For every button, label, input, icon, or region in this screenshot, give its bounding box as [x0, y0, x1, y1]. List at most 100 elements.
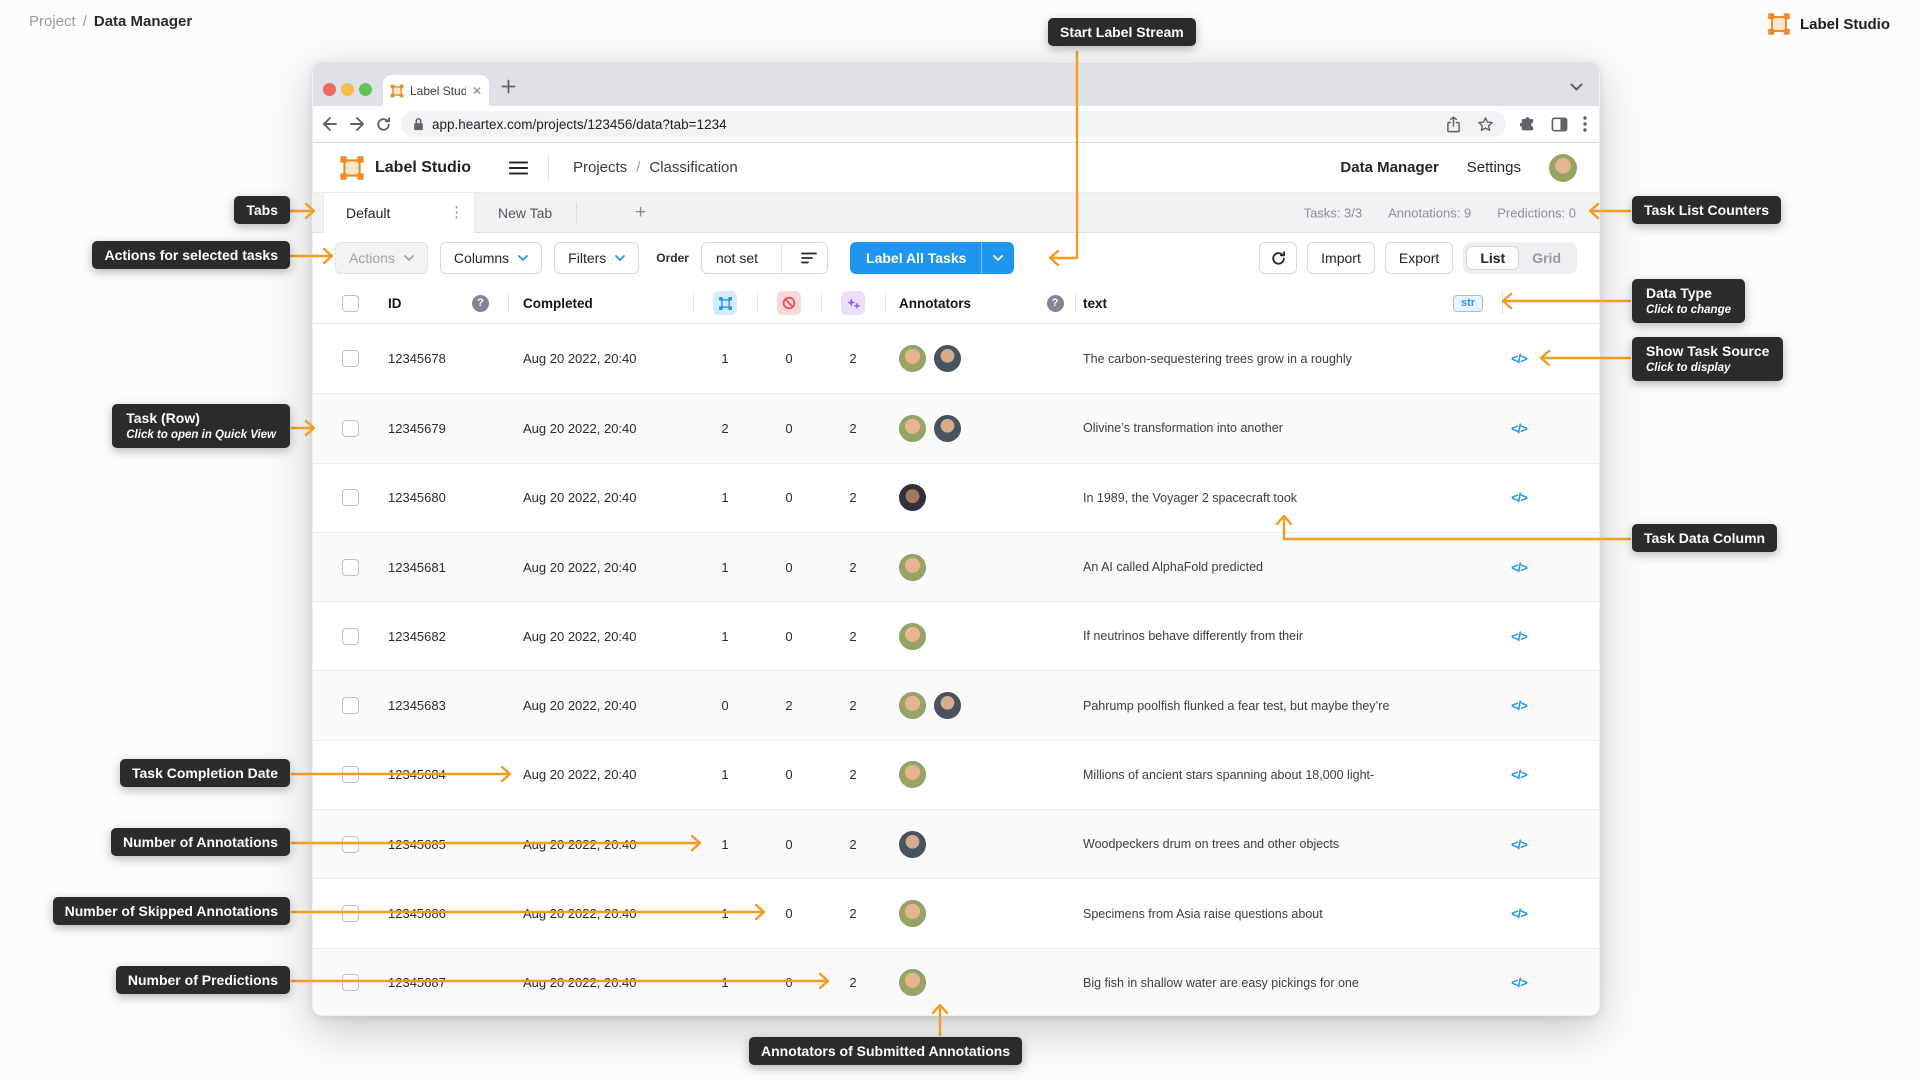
- table-row[interactable]: 12345681 Aug 20 2022, 20:40 1 0 2 An AI calle…: [313, 531, 1599, 602]
- table-row[interactable]: 12345685 Aug 20 2022, 20:40 1 0 2 Woodpeckers…: [313, 809, 1599, 879]
- show-source-icon[interactable]: </>: [1511, 698, 1528, 713]
- import-button[interactable]: Import: [1307, 242, 1375, 274]
- add-tab-button[interactable]: +: [635, 202, 646, 224]
- predictions-count: 2: [849, 351, 857, 367]
- tab-new[interactable]: New Tab: [498, 205, 552, 221]
- reload-icon[interactable]: [375, 116, 392, 133]
- row-checkbox[interactable]: [341, 835, 359, 853]
- show-source-icon[interactable]: </>: [1511, 629, 1528, 644]
- id-spacer: [453, 533, 508, 601]
- extensions-puzzle-icon[interactable]: [1519, 116, 1536, 133]
- browser-tab-title: Label Studio: [410, 83, 466, 98]
- annotators-spacer: [1035, 464, 1075, 532]
- forward-icon[interactable]: [348, 115, 366, 133]
- help-icon[interactable]: ?: [472, 294, 489, 312]
- refresh-button[interactable]: [1259, 242, 1298, 274]
- data-manager-link[interactable]: Data Manager: [1340, 159, 1438, 176]
- show-source-icon[interactable]: </>: [1511, 421, 1528, 436]
- table-row[interactable]: 12345680 Aug 20 2022, 20:40 1 0 2 In 1989, th…: [313, 462, 1599, 532]
- breadcrumb: Project / Data Manager: [29, 13, 192, 30]
- table-row[interactable]: 12345683 Aug 20 2022, 20:40 0 2 2 Pahrump poo…: [313, 670, 1599, 740]
- column-header-completed[interactable]: Completed: [508, 283, 693, 323]
- minimize-window-button[interactable]: [341, 83, 354, 96]
- help-icon[interactable]: ?: [1046, 294, 1064, 312]
- browser-menu-icon[interactable]: [1583, 116, 1587, 132]
- cancelled-icon: [777, 291, 801, 315]
- table-row[interactable]: 12345684 Aug 20 2022, 20:40 1 0 2 Millions of…: [313, 739, 1599, 810]
- app-logo-icon[interactable]: [339, 155, 365, 181]
- close-window-button[interactable]: [323, 83, 336, 96]
- column-header-annotators[interactable]: Annotators: [885, 283, 1035, 323]
- show-source-icon[interactable]: </>: [1511, 906, 1528, 921]
- show-source-icon[interactable]: </>: [1511, 837, 1528, 852]
- columns-button[interactable]: Columns: [439, 242, 543, 274]
- new-tab-icon[interactable]: [501, 79, 516, 99]
- table-row[interactable]: 12345679 Aug 20 2022, 20:40 2 0 2 Olivine’s t…: [313, 393, 1599, 463]
- column-header-cancelled[interactable]: [757, 283, 821, 323]
- label-all-tasks-chevron-icon[interactable]: [981, 242, 1014, 274]
- checkbox-cell: [327, 879, 373, 947]
- label-all-tasks-button[interactable]: Label All Tasks: [850, 242, 1015, 274]
- hamburger-menu-icon[interactable]: [509, 160, 528, 175]
- header-column-divider: [1502, 292, 1503, 314]
- select-all-checkbox[interactable]: [341, 294, 359, 312]
- export-button[interactable]: Export: [1384, 242, 1454, 274]
- row-checkbox[interactable]: [341, 558, 359, 576]
- order-button[interactable]: not set: [700, 242, 829, 274]
- tab-options-kebab-icon[interactable]: ⋮: [449, 205, 464, 220]
- id-spacer: [453, 394, 508, 462]
- filters-button[interactable]: Filters: [554, 242, 640, 274]
- column-header-annotations[interactable]: [693, 283, 757, 323]
- predictions-counter: Predictions: 0: [1497, 205, 1576, 220]
- nav-projects-link[interactable]: Projects: [573, 159, 627, 176]
- view-grid-button[interactable]: Grid: [1519, 247, 1574, 269]
- skipped-annotations-count: 0: [785, 975, 793, 991]
- import-label: Import: [1321, 250, 1361, 266]
- tab-close-icon[interactable]: ✕: [472, 85, 482, 97]
- row-checkbox[interactable]: [341, 350, 359, 368]
- annotators-cell: [885, 533, 1035, 601]
- row-checkbox[interactable]: [341, 974, 359, 992]
- row-checkbox[interactable]: [341, 489, 359, 507]
- tab-default[interactable]: Default ⋮: [323, 193, 475, 233]
- nav-current-project: Classification: [649, 159, 738, 176]
- column-header-id[interactable]: ID: [373, 283, 453, 323]
- show-source-icon[interactable]: </>: [1511, 975, 1528, 990]
- id-spacer: [453, 464, 508, 532]
- table-row[interactable]: 12345686 Aug 20 2022, 20:40 1 0 2 Specimens f…: [313, 878, 1599, 948]
- row-checkbox[interactable]: [341, 697, 359, 715]
- refresh-icon: [1271, 250, 1285, 265]
- share-icon[interactable]: [1446, 115, 1461, 133]
- show-source-icon[interactable]: </>: [1511, 351, 1528, 366]
- callout-annotators-submitted: Annotators of Submitted Annotations: [749, 1037, 1023, 1066]
- task-id: 12345681: [388, 559, 446, 575]
- bookmark-star-icon[interactable]: [1477, 116, 1494, 133]
- view-list-button[interactable]: List: [1466, 246, 1520, 270]
- row-checkbox[interactable]: [341, 905, 359, 923]
- predictions-count: 2: [849, 975, 857, 991]
- url-field[interactable]: app.heartex.com/projects/123456/data?tab…: [401, 111, 1506, 137]
- data-type-badge[interactable]: str: [1453, 294, 1483, 312]
- back-icon[interactable]: [321, 115, 339, 133]
- row-checkbox[interactable]: [341, 419, 359, 437]
- tab-search-chevron-icon[interactable]: [1570, 78, 1583, 96]
- show-source-icon[interactable]: </>: [1511, 560, 1528, 575]
- breadcrumb-project[interactable]: Project: [29, 13, 76, 30]
- show-source-icon[interactable]: </>: [1511, 767, 1528, 782]
- user-avatar[interactable]: [1549, 153, 1577, 182]
- table-row[interactable]: 12345682 Aug 20 2022, 20:40 1 0 2 If neutrino…: [313, 601, 1599, 671]
- table-row[interactable]: 12345687 Aug 20 2022, 20:40 1 0 2 Big fish in…: [313, 947, 1599, 1015]
- settings-link[interactable]: Settings: [1467, 159, 1521, 176]
- browser-tab[interactable]: Label Studio ✕: [383, 75, 489, 106]
- show-source-icon[interactable]: </>: [1511, 490, 1528, 505]
- column-header-text[interactable]: text: [1075, 283, 1439, 323]
- order-label: Order: [656, 251, 689, 265]
- table-row[interactable]: 12345678 Aug 20 2022, 20:40 1 0 2 The carbon-…: [313, 324, 1599, 394]
- side-panel-icon[interactable]: [1551, 116, 1568, 133]
- row-checkbox[interactable]: [341, 627, 359, 645]
- row-checkbox[interactable]: [341, 766, 359, 784]
- column-header-predictions[interactable]: [821, 283, 885, 323]
- actions-button[interactable]: Actions: [335, 242, 428, 274]
- sort-order-icon[interactable]: [791, 252, 827, 264]
- maximize-window-button[interactable]: [359, 83, 372, 96]
